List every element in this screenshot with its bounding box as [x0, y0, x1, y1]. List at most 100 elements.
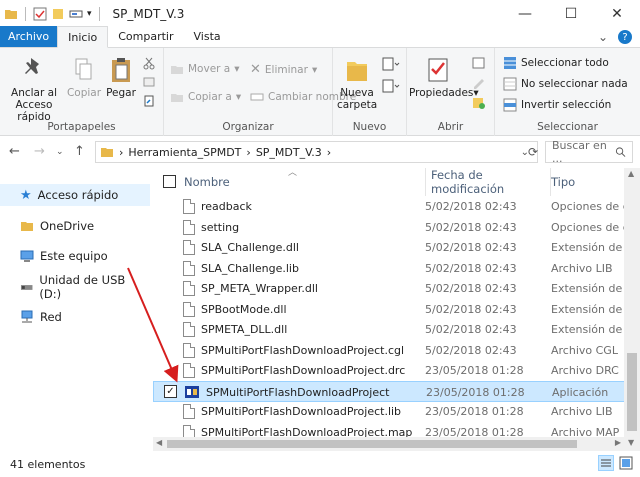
- details-view-icon[interactable]: [598, 455, 614, 471]
- new-item-icon[interactable]: [381, 56, 401, 72]
- copy-icon: [75, 58, 92, 80]
- group-organizar: Mover a ▾ ✕ Eliminar ▾ Copiar a ▾ Cambiar n…: [164, 48, 356, 136]
- tab-vista[interactable]: Vista: [184, 26, 231, 47]
- large-icons-view-icon[interactable]: [618, 455, 634, 471]
- file-date: 5/02/2018 02:43: [425, 323, 517, 336]
- nav-item-este-equipo[interactable]: Este equipo: [20, 245, 114, 267]
- scrollbar-thumb[interactable]: [627, 353, 637, 431]
- nav-item-red[interactable]: Red: [20, 306, 68, 328]
- vertical-scrollbar[interactable]: ▲ ▼: [624, 168, 640, 451]
- breadcrumb[interactable]: › Herramienta_SPMDT › SP_MDT_V.3 › ⌄: [95, 141, 538, 163]
- table-row[interactable]: SPMultiPortFlashDownloadProject.lib 23/05…: [153, 401, 631, 422]
- table-row[interactable]: SP_META_Wrapper.dll 5/02/2018 02:43 Extens…: [153, 278, 631, 299]
- group-label: Organizar: [222, 121, 274, 133]
- scrollbar-thumb[interactable]: [167, 440, 577, 448]
- table-row[interactable]: SPMETA_DLL.dll 5/02/2018 02:43 Extensión d…: [153, 319, 631, 340]
- table-row-selected[interactable]: ✓ SPMultiPortFlashDownloadProject 23/05/20…: [153, 380, 631, 402]
- status-bar: 41 elementos: [0, 452, 640, 477]
- easy-access-icon[interactable]: [381, 78, 401, 94]
- breadcrumb-item[interactable]: SP_MDT_V.3: [256, 146, 322, 159]
- select-none-icon: [503, 77, 517, 91]
- nav-item-acceso-rapido[interactable]: ★ Acceso rápido: [0, 184, 150, 206]
- file-date: 5/02/2018 02:43: [425, 200, 517, 213]
- table-row[interactable]: SPBootMode.dll 5/02/2018 02:43 Extensión d…: [153, 299, 631, 320]
- chevron-down-icon[interactable]: ▾: [87, 9, 92, 19]
- select-none-button[interactable]: No seleccionar nada: [503, 77, 628, 91]
- search-icon: [615, 147, 626, 157]
- table-row[interactable]: setting 5/02/2018 02:43 Opciones de co: [153, 217, 631, 238]
- table-row[interactable]: SLA_Challenge.dll 5/02/2018 02:43 Extensió…: [153, 237, 631, 258]
- rename-icon[interactable]: [69, 7, 83, 21]
- file-icon: [183, 260, 195, 276]
- properties-button[interactable]: Propiedades▾: [409, 56, 479, 99]
- ribbon: Anclar al Acceso rápido Copiar Pegar Por…: [0, 48, 640, 136]
- history-icon[interactable]: [471, 96, 487, 110]
- column-header-type[interactable]: Tipo: [545, 168, 631, 196]
- select-none-label: No seleccionar nada: [521, 78, 628, 90]
- file-name: setting: [201, 220, 240, 234]
- file-type: Extensión de la: [551, 282, 631, 295]
- invert-selection-button[interactable]: Invertir selección: [503, 98, 611, 112]
- edit-icon[interactable]: [471, 76, 487, 90]
- select-all-checkbox[interactable]: [163, 175, 176, 188]
- table-row[interactable]: SPMultiPortFlashDownloadProject.cgl 5/02/…: [153, 340, 631, 361]
- chevron-right-icon: ›: [326, 145, 332, 159]
- up-arrow-icon[interactable]: ↑: [74, 144, 85, 159]
- nav-item-usb[interactable]: Unidad de USB (D:): [20, 273, 152, 301]
- forward-arrow-icon[interactable]: →: [34, 144, 45, 159]
- column-header-date[interactable]: Fecha de modificación: [425, 168, 551, 196]
- refresh-icon[interactable]: ⟳: [528, 145, 538, 159]
- close-button[interactable]: ✕: [594, 0, 640, 27]
- delete-button[interactable]: ✕ Eliminar ▾: [250, 62, 317, 77]
- file-explorer-window: ▾ SP_MDT_V.3 — ☐ ✕ Archivo Inicio Compar…: [0, 0, 640, 477]
- file-icon: [183, 199, 195, 214]
- back-arrow-icon[interactable]: ←: [9, 144, 20, 159]
- move-to-button[interactable]: Mover a ▾: [170, 62, 240, 76]
- paste-button[interactable]: Pegar: [104, 56, 138, 99]
- copy-button[interactable]: Copiar: [66, 56, 102, 99]
- scroll-up-icon[interactable]: ▲: [628, 169, 634, 178]
- file-type: Archivo LIB: [551, 261, 613, 275]
- tab-archivo[interactable]: Archivo: [0, 26, 58, 47]
- new-folder-icon[interactable]: [51, 7, 65, 21]
- maximize-button[interactable]: ☐: [548, 0, 594, 27]
- tab-inicio[interactable]: Inicio: [57, 26, 109, 48]
- pin-quick-access-button[interactable]: Anclar al Acceso rápido: [4, 56, 64, 123]
- table-row[interactable]: readback 5/02/2018 02:43 Opciones de co: [153, 196, 631, 217]
- scroll-down-icon[interactable]: ▼: [628, 438, 634, 447]
- file-name: SPBootMode.dll: [201, 302, 287, 316]
- search-input[interactable]: Buscar en ...: [545, 139, 633, 165]
- scroll-left-icon[interactable]: ◀: [156, 438, 162, 447]
- chevron-down-icon[interactable]: ⌄: [598, 30, 608, 44]
- cut-icon[interactable]: [142, 56, 156, 70]
- chevron-down-icon[interactable]: ⌄: [56, 147, 64, 157]
- select-all-button[interactable]: Seleccionar todo: [503, 56, 609, 70]
- file-name: readback: [201, 200, 252, 213]
- minimize-button[interactable]: —: [502, 0, 548, 27]
- file-date: 23/05/2018 01:28: [425, 405, 524, 418]
- paste-label: Pegar: [106, 87, 136, 99]
- table-row[interactable]: SPMultiPortFlashDownloadProject.drc 23/05…: [153, 360, 631, 381]
- help-icon[interactable]: ?: [618, 30, 632, 44]
- open-icon[interactable]: [471, 56, 487, 70]
- item-count: 41 elementos: [10, 458, 86, 471]
- horizontal-scrollbar[interactable]: ◀ ▶: [153, 437, 624, 451]
- nav-item-onedrive[interactable]: OneDrive: [20, 215, 100, 237]
- paste-shortcut-icon[interactable]: [142, 94, 156, 108]
- quick-access-toolbar: ▾: [0, 6, 103, 21]
- tab-compartir[interactable]: Compartir: [108, 26, 183, 47]
- file-name: SPMultiPortFlashDownloadProject.drc: [201, 364, 406, 377]
- table-row[interactable]: SLA_Challenge.lib 5/02/2018 02:43 Archivo …: [153, 258, 631, 279]
- ribbon-tabs: Archivo Inicio Compartir Vista: [0, 26, 640, 48]
- scroll-right-icon[interactable]: ▶: [615, 438, 621, 447]
- pin-icon: [25, 58, 39, 74]
- new-folder-button[interactable]: Nueva carpeta: [337, 56, 377, 111]
- properties-check-icon[interactable]: [33, 7, 47, 21]
- copy-to-button[interactable]: Copiar a ▾: [170, 90, 241, 104]
- file-type: Archivo CGL: [551, 343, 618, 357]
- breadcrumb-item[interactable]: Herramienta_SPMDT: [128, 146, 241, 159]
- file-type: Extensión de la: [551, 323, 631, 336]
- row-checkbox[interactable]: ✓: [164, 384, 177, 398]
- copy-path-icon[interactable]: [142, 75, 156, 89]
- column-header-name[interactable]: Nombre: [178, 168, 426, 196]
